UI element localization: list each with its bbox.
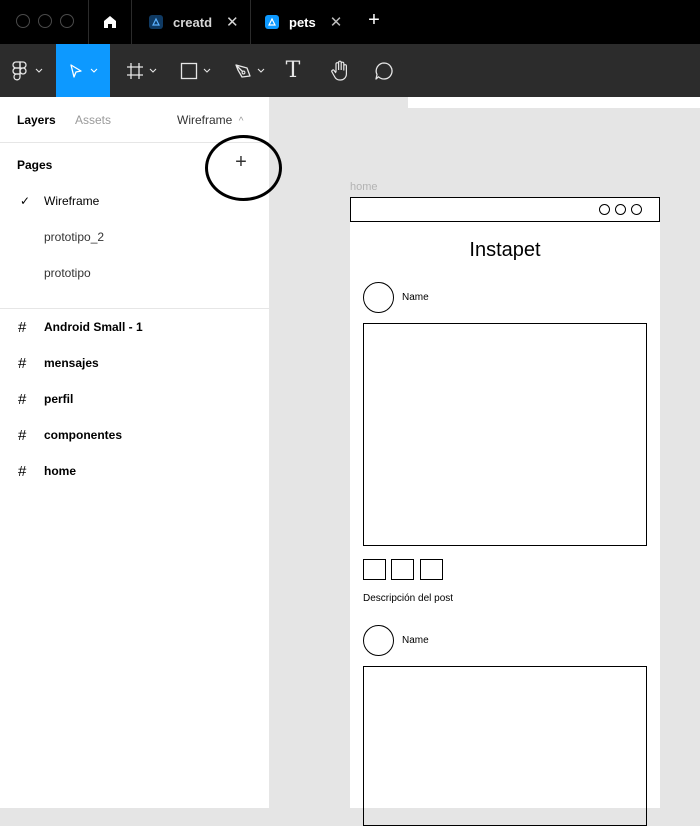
toolbar: T — [0, 44, 700, 97]
chevron-down-icon — [149, 68, 156, 73]
check-icon: ✓ — [20, 194, 31, 208]
figma-logo-icon — [12, 60, 27, 80]
chevron-down-icon — [203, 68, 210, 73]
layer-label: home — [44, 464, 77, 478]
cursor-icon — [70, 63, 82, 78]
window-close-dot[interactable] — [16, 14, 30, 28]
page-item-prototipo[interactable]: prototipo — [0, 258, 270, 288]
dot-icon — [615, 204, 626, 215]
post-image-placeholder — [363, 323, 647, 546]
frame-tool[interactable] — [118, 44, 164, 97]
window-minimize-dot[interactable] — [38, 14, 52, 28]
layer-label: Android Small - 1 — [44, 320, 143, 334]
dot-icon — [631, 204, 642, 215]
current-page-label: Wireframe — [177, 113, 233, 127]
layer-item-perfil[interactable]: # perfil — [0, 384, 270, 414]
chevron-down-icon — [257, 68, 264, 73]
layer-label: mensajes — [44, 356, 99, 370]
left-panel: Layers Assets Wireframe ^ Pages + ✓ Wire… — [0, 97, 270, 808]
page-label: prototipo_2 — [44, 230, 105, 244]
text-tool[interactable]: T — [278, 44, 308, 97]
frame-icon: # — [18, 426, 27, 444]
post-author-name: Name — [402, 292, 429, 303]
layer-label: componentes — [44, 428, 123, 442]
home-frame[interactable]: Instapet Name Descripción del post Name — [350, 197, 660, 826]
pen-tool[interactable] — [226, 44, 272, 97]
tab-title: pets — [289, 14, 316, 30]
post-image-placeholder — [363, 666, 647, 826]
chevron-up-icon: ^ — [238, 116, 244, 127]
home-icon — [104, 16, 116, 28]
tab-assets[interactable]: Assets — [75, 113, 111, 127]
rectangle-icon — [180, 62, 197, 79]
chevron-down-icon — [35, 68, 43, 73]
new-tab-button[interactable]: + — [362, 9, 386, 32]
frame-icon: # — [18, 390, 27, 408]
page-label: prototipo — [44, 266, 91, 280]
add-page-button[interactable]: + — [233, 151, 249, 174]
pen-icon — [234, 63, 251, 78]
layer-label: perfil — [44, 392, 74, 406]
tab-title: creatd — [173, 14, 213, 30]
layer-item-android-small-1[interactable]: # Android Small - 1 — [0, 312, 270, 342]
layer-item-componentes[interactable]: # componentes — [0, 420, 270, 450]
comment-icon — [375, 61, 393, 80]
comment-tool[interactable] — [368, 44, 400, 97]
home-button[interactable] — [88, 0, 132, 44]
canvas-strip — [408, 97, 700, 108]
tab-bar: creatd ✕ pets ✕ + — [0, 0, 700, 44]
chevron-down-icon — [90, 68, 98, 73]
tab-close-button[interactable]: ✕ — [226, 13, 239, 31]
window-maximize-dot[interactable] — [60, 14, 74, 28]
tab-close-button[interactable]: ✕ — [330, 13, 343, 31]
main-menu-button[interactable] — [4, 44, 50, 97]
layer-item-mensajes[interactable]: # mensajes — [0, 348, 270, 378]
page-label: Wireframe — [44, 194, 100, 208]
avatar — [363, 625, 394, 656]
current-page-dropdown[interactable]: Wireframe ^ — [177, 113, 243, 127]
post-author-name: Name — [402, 635, 429, 646]
share-action-placeholder — [420, 559, 443, 580]
tab-layers[interactable]: Layers — [17, 113, 56, 127]
comment-action-placeholder — [391, 559, 414, 580]
text-icon: T — [285, 58, 301, 83]
tab-creatd[interactable]: creatd ✕ — [133, 0, 251, 44]
pages-heading: Pages — [17, 158, 53, 172]
tab-pets[interactable]: pets ✕ — [251, 0, 351, 44]
figma-file-icon — [265, 15, 279, 29]
post-description: Descripción del post — [363, 593, 454, 604]
frame-icon — [126, 62, 143, 79]
page-item-wireframe[interactable]: ✓ Wireframe — [0, 186, 270, 216]
avatar — [363, 282, 394, 313]
app-title: Instapet — [469, 239, 541, 261]
frame-icon: # — [18, 462, 27, 480]
page-item-prototipo-2[interactable]: prototipo_2 — [0, 222, 270, 252]
hand-icon — [331, 60, 348, 81]
shape-tool[interactable] — [172, 44, 218, 97]
like-action-placeholder — [363, 559, 386, 580]
panel-divider — [0, 308, 270, 309]
layer-item-home[interactable]: # home — [0, 456, 270, 486]
figma-file-icon — [149, 15, 163, 29]
frame-icon: # — [18, 354, 27, 372]
hand-tool[interactable] — [324, 44, 356, 97]
frame-label[interactable]: home — [350, 181, 378, 193]
dot-icon — [599, 204, 610, 215]
move-tool[interactable] — [56, 44, 110, 97]
frame-icon: # — [18, 318, 27, 336]
wireframe-topbar — [350, 197, 660, 222]
panel-tabs: Layers Assets Wireframe ^ — [0, 97, 270, 143]
